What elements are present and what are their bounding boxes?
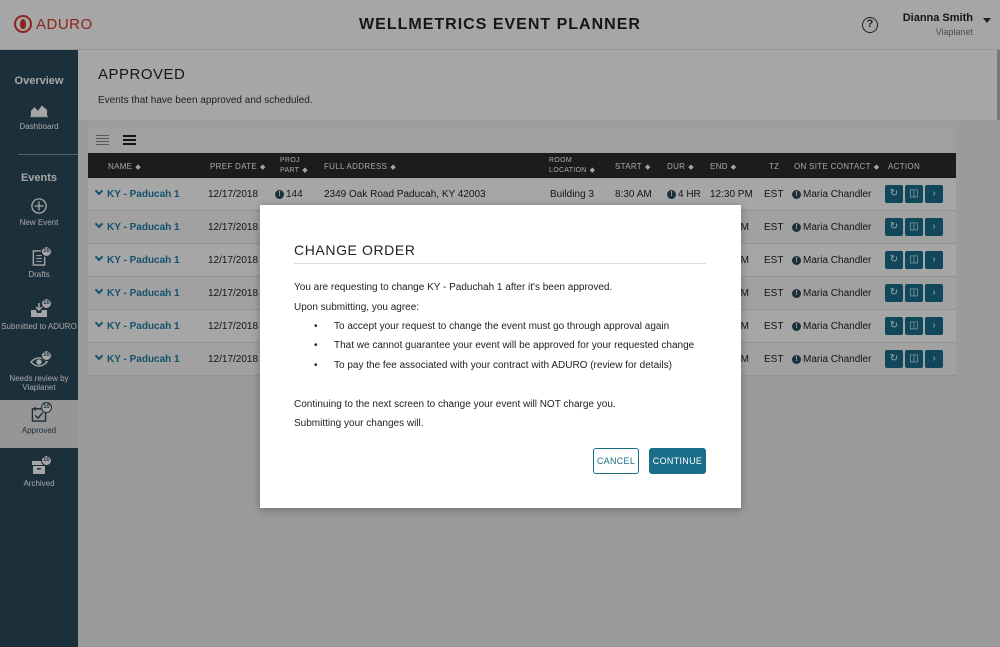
cancel-button[interactable]: CANCEL xyxy=(593,448,639,474)
dialog-agree-text: Upon submitting, you agree: xyxy=(294,302,420,313)
dialog-divider xyxy=(294,263,706,264)
agreement-bullet: • That we cannot guarantee your event wil… xyxy=(314,340,695,351)
dialog-no-charge-text: Continuing to the next screen to change … xyxy=(294,399,616,410)
continue-button[interactable]: CONTINUE xyxy=(649,448,706,474)
dialog-charge-note: Submitting your changes will. xyxy=(294,418,424,429)
dialog-intro-text: You are requesting to change KY - Paduch… xyxy=(294,282,613,293)
change-order-dialog: CHANGE ORDER You are requesting to chang… xyxy=(260,205,741,508)
dialog-title: CHANGE ORDER xyxy=(294,242,416,258)
agreement-bullet: • To accept your request to change the ev… xyxy=(314,321,670,332)
agreement-bullet: • To pay the fee associated with your con… xyxy=(314,360,672,371)
